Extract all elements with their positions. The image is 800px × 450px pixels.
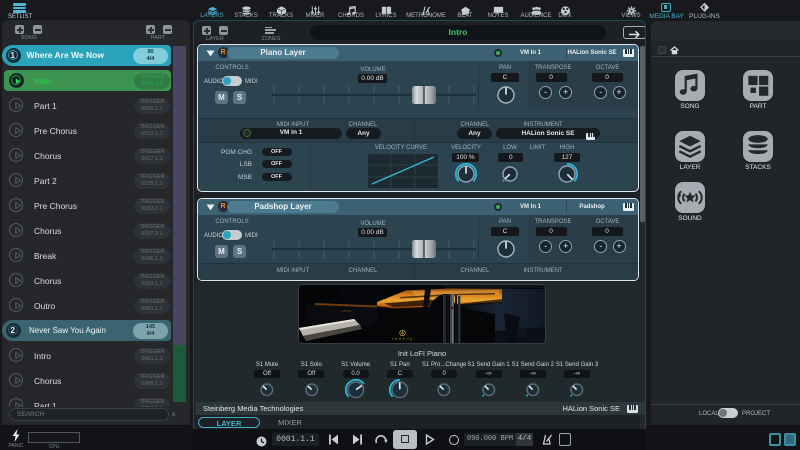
svg-text:YAMAHA: YAMAHA: [341, 309, 352, 313]
svg-text:YAMAHA: YAMAHA: [392, 337, 414, 341]
